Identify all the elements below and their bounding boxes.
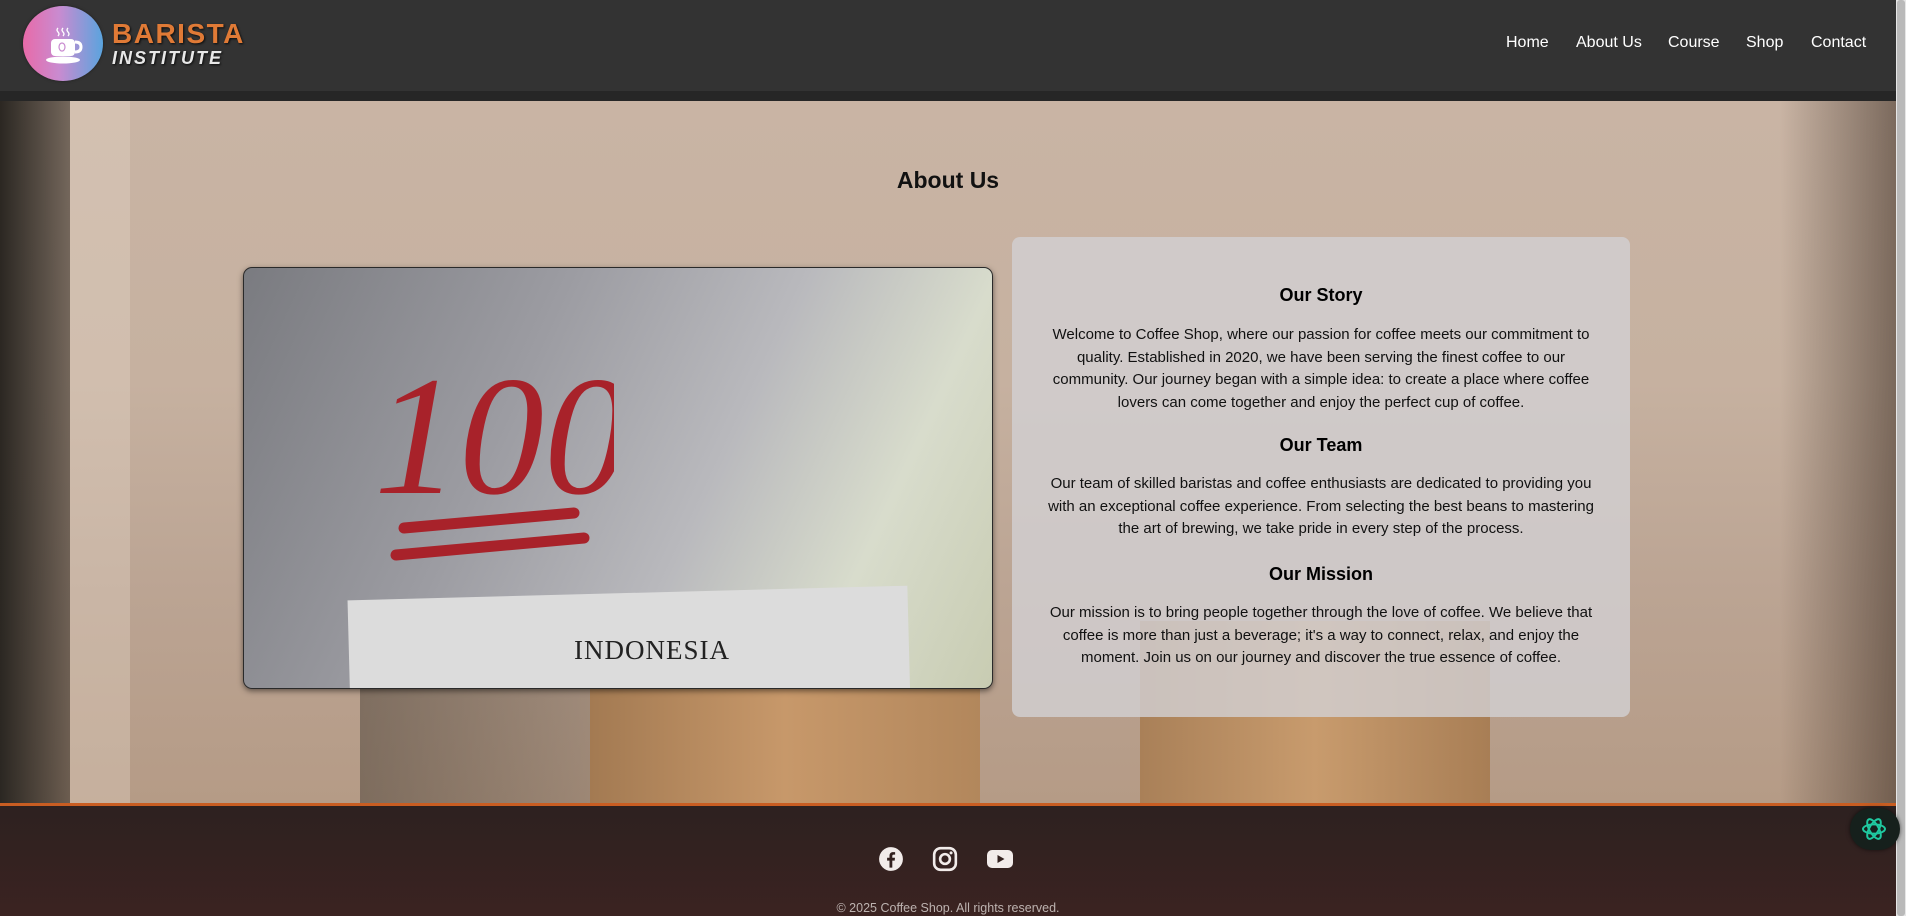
- our-story-heading: Our Story: [1279, 285, 1363, 305]
- scrollbar-thumb[interactable]: [1897, 0, 1905, 916]
- our-team-text: Our team of skilled baristas and coffee …: [1048, 475, 1594, 537]
- facebook-icon[interactable]: [878, 846, 904, 872]
- site-footer: © 2025 Coffee Shop. All rights reserved.: [0, 803, 1896, 916]
- photo-label-text: INDONESIA: [574, 635, 730, 665]
- assistant-button[interactable]: [1850, 808, 1900, 850]
- youtube-icon[interactable]: [986, 846, 1014, 872]
- nav-home[interactable]: Home: [1506, 34, 1549, 52]
- openai-icon: [1862, 818, 1886, 840]
- our-story-text: Welcome to Coffee Shop, where our passio…: [1052, 326, 1590, 411]
- background-shadow: [0, 101, 70, 803]
- page-title: About Us: [896, 167, 1000, 193]
- hundred-points-graphic: 100: [374, 343, 614, 561]
- about-text-panel: Our Story Welcome to Coffee Shop, where …: [1012, 237, 1630, 717]
- background-shadow: [1780, 101, 1896, 803]
- nav-about-us[interactable]: About Us: [1576, 34, 1642, 52]
- main-nav: Home About Us Course Shop Contact: [0, 34, 1896, 54]
- our-mission-text: Our mission is to bring people together …: [1049, 604, 1593, 666]
- photo-number: 100: [374, 343, 614, 530]
- copyright-text: © 2025 Coffee Shop. All rights reserved.: [836, 901, 1060, 915]
- background-light-band: [70, 101, 130, 803]
- header-divider: [0, 91, 1896, 101]
- about-photo: 100 INDONESIA: [243, 267, 993, 689]
- our-mission-heading: Our Mission: [1268, 564, 1373, 584]
- site-header: BARISTA INSTITUTE Home About Us Course S…: [0, 0, 1896, 91]
- our-team-heading: Our Team: [1279, 435, 1363, 455]
- nav-course[interactable]: Course: [1668, 34, 1720, 52]
- nav-contact[interactable]: Contact: [1811, 34, 1866, 52]
- instagram-icon[interactable]: [932, 846, 958, 872]
- nav-shop[interactable]: Shop: [1746, 34, 1783, 52]
